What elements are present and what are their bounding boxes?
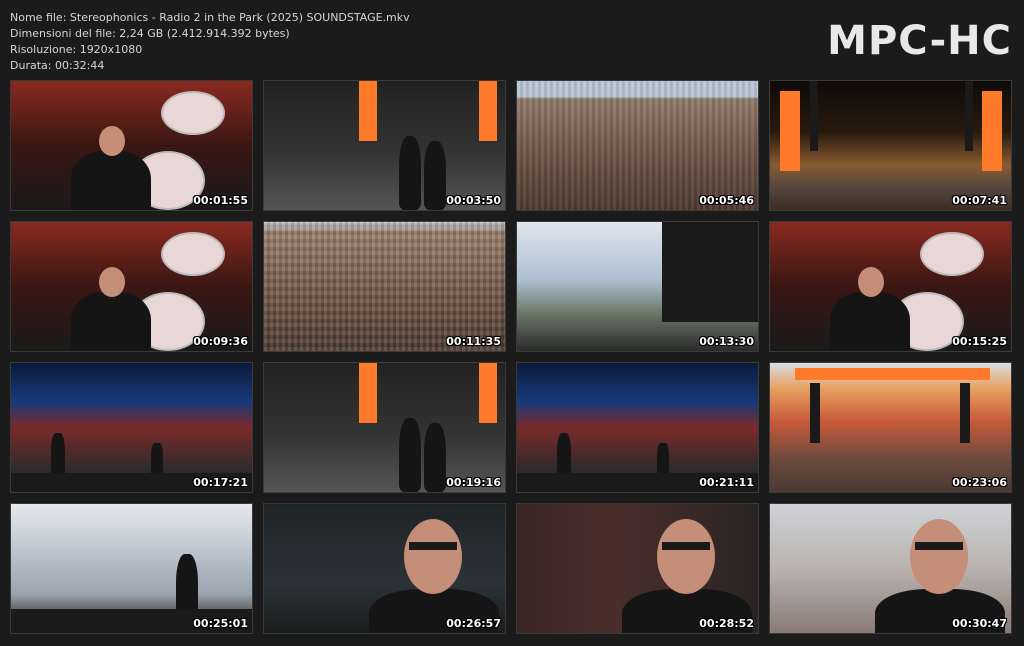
speaker-stack (960, 383, 970, 443)
thumbnail[interactable]: 00:28:52 (516, 503, 759, 634)
file-name: Nome file: Stereophonics - Radio 2 in th… (10, 11, 410, 24)
speaker-stack (810, 383, 820, 443)
timestamp: 00:11:35 (446, 335, 501, 348)
thumbnail[interactable]: 00:30:47 (769, 503, 1012, 634)
thumbnail[interactable]: 00:11:35 (263, 221, 506, 352)
timestamp: 00:23:06 (952, 476, 1007, 489)
stage-light (479, 363, 497, 423)
file-duration: Durata: 00:32:44 (10, 59, 105, 72)
thumbnail-image (264, 81, 505, 210)
performer-head (910, 519, 968, 594)
performer-silhouette (399, 418, 421, 492)
thumbnail-image (264, 363, 505, 492)
performer-silhouette (424, 423, 446, 492)
timestamp: 00:17:21 (193, 476, 248, 489)
thumbnail-image (770, 81, 1011, 210)
thumbnail-image (517, 504, 758, 633)
stage-light (982, 91, 1002, 171)
performer-head (404, 519, 462, 594)
stage-canopy (795, 368, 990, 380)
thumbnail[interactable]: 00:21:11 (516, 362, 759, 493)
thumbnail[interactable]: 00:13:30 (516, 221, 759, 352)
performer-head (657, 519, 715, 594)
thumbnail[interactable]: 00:01:55 (10, 80, 253, 211)
stage-structure (662, 222, 758, 322)
timestamp: 00:15:25 (952, 335, 1007, 348)
performer-head (99, 126, 125, 156)
thumbnail-image (517, 222, 758, 351)
timestamp: 00:07:41 (952, 194, 1007, 207)
timestamp: 00:30:47 (952, 617, 1007, 630)
file-size: Dimensioni del file: 2,24 GB (2.412.914.… (10, 27, 290, 40)
stage-light (780, 91, 800, 171)
thumbnail[interactable]: 00:07:41 (769, 80, 1012, 211)
mpc-hc-logo: MPC-HC (827, 18, 1012, 64)
stage-light (359, 363, 377, 423)
sunglasses (915, 542, 963, 550)
thumbnail[interactable]: 00:05:46 (516, 80, 759, 211)
thumbnail[interactable]: 00:17:21 (10, 362, 253, 493)
thumbnail-image (770, 504, 1011, 633)
performer-silhouette (71, 151, 151, 210)
thumbnail-image (517, 81, 758, 210)
performer-silhouette (830, 292, 910, 351)
thumbnail-image (11, 504, 252, 633)
stage-light (359, 81, 377, 141)
sunglasses (662, 542, 710, 550)
drum-shape (161, 91, 225, 135)
thumbnail-image (11, 222, 252, 351)
file-resolution: Risoluzione: 1920x1080 (10, 43, 143, 56)
timestamp: 00:21:11 (699, 476, 754, 489)
file-info: Nome file: Stereophonics - Radio 2 in th… (10, 10, 410, 74)
sunglasses (409, 542, 457, 550)
speaker-stack (810, 81, 818, 151)
drum-shape (920, 232, 984, 276)
thumbnail[interactable]: 00:23:06 (769, 362, 1012, 493)
timestamp: 00:03:50 (446, 194, 501, 207)
timestamp: 00:19:16 (446, 476, 501, 489)
performer-silhouette (399, 136, 421, 210)
thumbnail-image (770, 222, 1011, 351)
timestamp: 00:25:01 (193, 617, 248, 630)
thumbnail[interactable]: 00:15:25 (769, 221, 1012, 352)
timestamp: 00:09:36 (193, 335, 248, 348)
performer-silhouette (424, 141, 446, 210)
timestamp: 00:05:46 (699, 194, 754, 207)
thumbnail-image (11, 81, 252, 210)
thumbnail[interactable]: 00:25:01 (10, 503, 253, 634)
timestamp: 00:13:30 (699, 335, 754, 348)
thumbnail-image (11, 363, 252, 492)
speaker-stack (965, 81, 973, 151)
timestamp: 00:26:57 (446, 617, 501, 630)
thumbnail-grid: 00:01:55 00:03:50 00:05:46 00:07:41 00:0… (10, 80, 1012, 634)
timestamp: 00:01:55 (193, 194, 248, 207)
performer-head (858, 267, 884, 297)
thumbnail-image (264, 504, 505, 633)
thumbnail[interactable]: 00:03:50 (263, 80, 506, 211)
timestamp: 00:28:52 (699, 617, 754, 630)
thumbnail[interactable]: 00:09:36 (10, 221, 253, 352)
thumbnail-image (264, 222, 505, 351)
stage-light (479, 81, 497, 141)
thumbnail[interactable]: 00:26:57 (263, 503, 506, 634)
thumbnail-image (517, 363, 758, 492)
thumbnail[interactable]: 00:19:16 (263, 362, 506, 493)
drum-shape (161, 232, 225, 276)
thumbnail-image (770, 363, 1011, 492)
performer-silhouette (71, 292, 151, 351)
performer-head (99, 267, 125, 297)
